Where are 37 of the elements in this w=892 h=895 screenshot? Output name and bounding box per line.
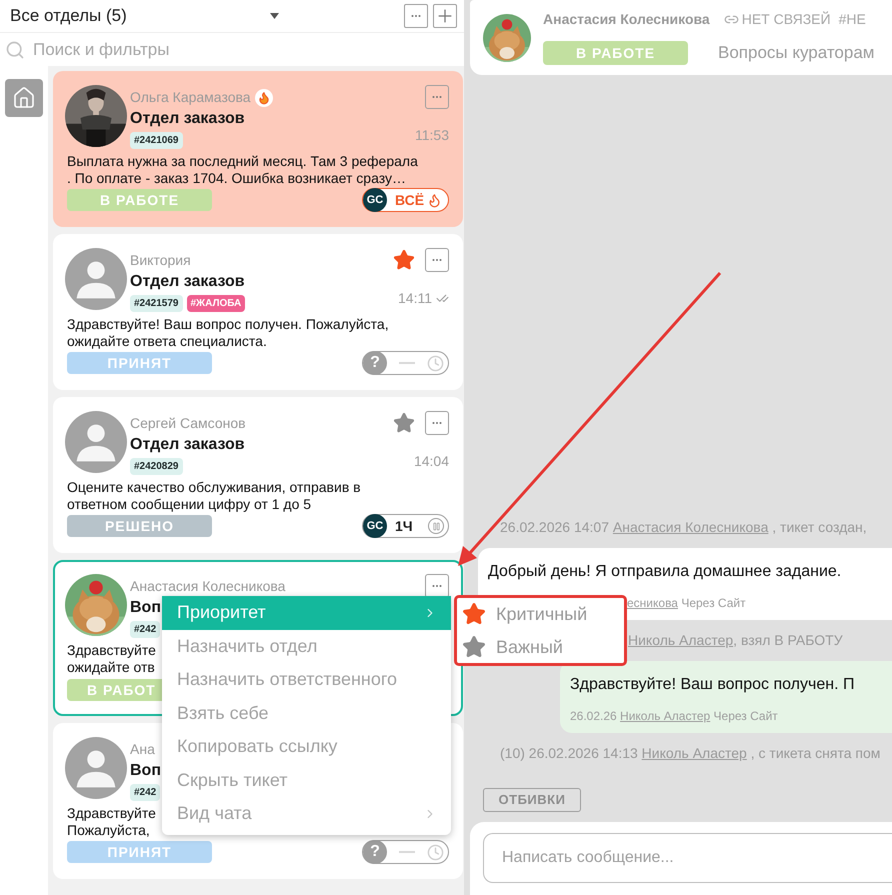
- ticket-tag: #242: [130, 621, 160, 638]
- ticket-tag: #ЖАЛОБА: [186, 295, 246, 312]
- ticket-time: 14:04: [414, 452, 449, 471]
- ticket-tag: #2421069: [130, 132, 182, 149]
- message-preview: Здравствуйте Пожалуйста,: [67, 805, 156, 839]
- message-preview: Выплата нужна за последний месяц. Там 3 реферала . По оплате - заказ 1704. Ошибка возникает сразу…: [67, 153, 418, 187]
- customer-name: Ана: [130, 740, 155, 759]
- department-title: Воп: [130, 598, 161, 618]
- ticket-time: 11:53: [415, 126, 449, 145]
- customer-name: Сергей Самсонов: [130, 414, 246, 433]
- customer-name: Виктория: [130, 251, 191, 270]
- system-event: (10) 26.02.2026 14:13 Николь Аластер , с тикета снята пом: [499, 744, 882, 763]
- gc-logo: GC: [363, 514, 387, 538]
- ticket-tag: #2420829: [130, 458, 182, 475]
- message-text: Добрый день! Я отправила домашнее задание.: [488, 562, 842, 582]
- timer-text: ВСЁ: [395, 190, 424, 210]
- customer-name: Анастасия Колесникова: [130, 577, 286, 596]
- department-title: Отдел заказов: [130, 435, 245, 455]
- department-title: Отдел заказов: [130, 109, 245, 129]
- department-name: Вопросы кураторам: [718, 42, 874, 64]
- message-meta: 26.02.26 Николь Аластер Через Сайт: [570, 708, 779, 725]
- system-event: 26.02.2026 14:07 Анастасия Колесникова , тикет создан,: [499, 518, 868, 537]
- question-symbol: ?: [363, 840, 387, 864]
- department-title: Отдел заказов: [130, 272, 245, 292]
- ticket-time: 14:11: [398, 289, 432, 308]
- customer-name: Ольга Карамазова: [130, 88, 251, 107]
- department-title: Воп: [130, 761, 161, 781]
- ticket-tag: #2421579: [130, 295, 182, 312]
- contact-name: Анастасия Колесникова: [543, 10, 710, 30]
- message-preview: Здравствуйте ожидайте отв: [67, 642, 156, 676]
- timer-text: 1Ч: [395, 516, 413, 536]
- ticket-tag: #242: [130, 784, 160, 801]
- gc-logo: GC: [363, 188, 387, 212]
- message-text: Здравствуйте! Ваш вопрос получен. П: [570, 675, 856, 695]
- message-preview: Здравствуйте! Ваш вопрос получен. Пожалуйста, ожидайте ответа специалиста.: [67, 316, 389, 350]
- question-symbol: ?: [363, 351, 387, 375]
- message-preview: Оцените качество обслуживания, отправив в ответном сообщении цифру от 1 до 5: [67, 479, 361, 513]
